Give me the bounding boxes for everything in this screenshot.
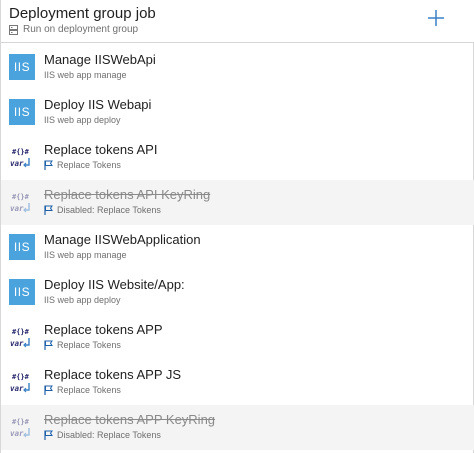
task-row[interactable]: IIS Deploy IIS Website/App: IIS web app de… (1, 270, 474, 315)
iis-icon: IIS (9, 54, 35, 80)
task-name: Manage IISWebApplication (44, 232, 201, 247)
task-row[interactable]: #{}# var Replace tokens APP KeyRing Disable… (1, 405, 474, 450)
svg-text:#{}#: #{}# (12, 418, 30, 426)
task-description-text: IIS web app manage (44, 250, 127, 260)
task-row[interactable]: #{}# var Replace tokens APP Replace Tokens (1, 315, 474, 360)
flag-icon (44, 430, 53, 440)
task-row[interactable]: IIS Deploy IIS Webapi IIS web app deploy (1, 90, 474, 135)
task-list-panel: Deployment group job Run on deployment g… (0, 0, 474, 453)
iis-icon: IIS (9, 279, 35, 305)
phase-subtitle: Run on deployment group (9, 24, 138, 35)
task-description-text: Replace Tokens (57, 160, 121, 170)
flag-icon (44, 205, 53, 215)
task-name: Manage IISWebApi (44, 52, 156, 67)
svg-text:var: var (10, 384, 24, 393)
task-description-text: IIS web app manage (44, 70, 127, 80)
flag-icon (44, 340, 53, 350)
task-name: Replace tokens API (44, 142, 158, 157)
phase-subtitle-text: Run on deployment group (23, 24, 139, 35)
svg-text:var: var (10, 204, 24, 213)
task-row[interactable]: #{}# var Replace tokens APP JS Replace Toke… (1, 360, 474, 405)
task-row[interactable]: IIS Manage IISWebApi IIS web app manage (1, 45, 474, 90)
task-name: Replace tokens APP JS (44, 367, 182, 382)
task-description-text: Replace Tokens (57, 340, 121, 350)
svg-text:#{}#: #{}# (12, 193, 30, 201)
task-row[interactable]: #{}# var Replace tokens API KeyRing Disable… (1, 180, 474, 225)
task-description: IIS web app deploy (44, 295, 121, 305)
task-description-text: Disabled: Replace Tokens (57, 205, 161, 215)
task-description: Replace Tokens (44, 385, 121, 395)
iis-icon: IIS (9, 234, 35, 260)
task-description-text: IIS web app deploy (44, 295, 121, 305)
task-row[interactable]: #{}# var Replace tokens API Replace Tokens (1, 135, 474, 180)
replace-tokens-icon: #{}# var (10, 193, 30, 213)
svg-text:#{}#: #{}# (12, 328, 30, 336)
plus-icon (428, 10, 444, 26)
task-description: Disabled: Replace Tokens (44, 430, 161, 440)
add-task-button[interactable] (425, 7, 447, 29)
task-name: Deploy IIS Website/App: (44, 277, 185, 292)
task-description-text: IIS web app deploy (44, 115, 121, 125)
replace-tokens-icon: #{}# var (10, 328, 30, 348)
svg-text:var: var (10, 339, 24, 348)
task-description: IIS web app deploy (44, 115, 121, 125)
svg-text:#{}#: #{}# (12, 148, 30, 156)
task-description-text: Replace Tokens (57, 385, 121, 395)
phase-title: Deployment group job (9, 5, 156, 22)
task-description: IIS web app manage (44, 250, 127, 260)
task-description: Replace Tokens (44, 160, 121, 170)
phase-header[interactable]: Deployment group job Run on deployment g… (1, 0, 474, 43)
task-description-text: Disabled: Replace Tokens (57, 430, 161, 440)
task-name: Replace tokens APP (44, 322, 163, 337)
task-name: Deploy IIS Webapi (44, 97, 152, 112)
task-name: Replace tokens API KeyRing (44, 187, 211, 202)
iis-icon: IIS (9, 99, 35, 125)
task-description: Replace Tokens (44, 340, 121, 350)
replace-tokens-icon: #{}# var (10, 148, 30, 168)
svg-text:#{}#: #{}# (12, 373, 30, 381)
flag-icon (44, 385, 53, 395)
task-description: IIS web app manage (44, 70, 127, 80)
task-row[interactable]: IIS Manage IISWebApplication IIS web app m… (1, 225, 474, 270)
server-icon (9, 24, 18, 35)
replace-tokens-icon: #{}# var (10, 373, 30, 393)
svg-text:var: var (10, 159, 24, 168)
flag-icon (44, 160, 53, 170)
replace-tokens-icon: #{}# var (10, 418, 30, 438)
task-description: Disabled: Replace Tokens (44, 205, 161, 215)
svg-text:var: var (10, 429, 24, 438)
task-name: Replace tokens APP KeyRing (44, 412, 216, 427)
